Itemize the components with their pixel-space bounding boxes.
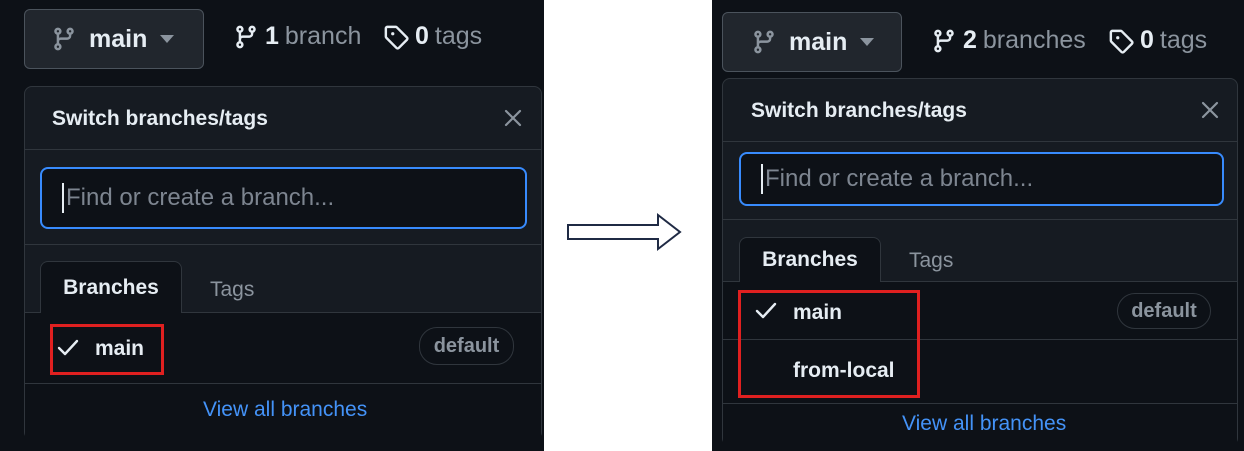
tag-icon <box>1108 28 1134 54</box>
branch-count: 1 <box>265 22 279 50</box>
current-branch-label: main <box>789 27 848 56</box>
branch-count-link[interactable]: 2 branches <box>931 26 1086 55</box>
divider <box>723 219 1237 220</box>
branch-switch-dropdown: Switch branches/tags Find or create a br… <box>24 86 542 441</box>
tag-count-link[interactable]: 0 tags <box>1108 26 1207 55</box>
before-screenshot-panel: main 1 branch 0 tags Switch branches/tag… <box>0 0 544 451</box>
divider <box>723 403 1237 404</box>
close-icon[interactable] <box>1197 97 1223 123</box>
git-branch-icon <box>51 26 77 52</box>
tag-count: 0 <box>415 22 429 50</box>
branch-count-label: branches <box>982 26 1086 54</box>
default-badge: default <box>419 327 514 365</box>
branch-search-input[interactable]: Find or create a branch... <box>739 152 1224 206</box>
text-cursor <box>62 183 64 213</box>
dropdown-title: Switch branches/tags <box>52 107 268 130</box>
close-icon[interactable] <box>500 105 526 131</box>
tab-tags[interactable]: Tags <box>210 278 254 302</box>
after-screenshot-panel: main 2 branches 0 tags Switch branches/t… <box>712 0 1244 451</box>
tag-count-link[interactable]: 0 tags <box>383 22 482 51</box>
chevron-down-icon <box>159 34 175 44</box>
tab-branches[interactable]: Branches <box>40 261 182 313</box>
branch-selector-button[interactable]: main <box>24 9 204 69</box>
dropdown-title: Switch branches/tags <box>751 99 967 122</box>
tab-tags[interactable]: Tags <box>909 249 953 273</box>
highlight-box <box>50 324 164 375</box>
branch-count-link[interactable]: 1 branch <box>233 22 361 51</box>
tab-branches[interactable]: Branches <box>739 237 881 282</box>
default-badge: default <box>1117 293 1211 329</box>
tag-count-label: tags <box>434 22 483 50</box>
divider <box>25 383 541 384</box>
git-branch-icon <box>233 24 259 50</box>
view-all-branches-link[interactable]: View all branches <box>203 398 367 422</box>
current-branch-label: main <box>89 24 148 53</box>
divider <box>723 141 1237 142</box>
chevron-down-icon <box>859 37 875 47</box>
branch-count: 2 <box>963 26 977 54</box>
tag-count-label: tags <box>1159 26 1208 54</box>
search-placeholder: Find or create a branch... <box>66 184 335 211</box>
git-branch-icon <box>751 29 777 55</box>
view-all-branches-link[interactable]: View all branches <box>902 412 1066 436</box>
divider <box>25 244 541 245</box>
highlight-box <box>738 290 920 398</box>
divider <box>25 149 541 150</box>
branch-selector-button[interactable]: main <box>722 12 902 72</box>
tag-icon <box>383 24 409 50</box>
branch-count-label: branch <box>284 22 362 50</box>
tag-count: 0 <box>1140 26 1154 54</box>
branch-search-input[interactable]: Find or create a branch... <box>40 167 527 229</box>
text-cursor <box>761 164 763 194</box>
search-placeholder: Find or create a branch... <box>765 165 1034 192</box>
arrow-right-icon <box>567 212 682 252</box>
git-branch-icon <box>931 28 957 54</box>
